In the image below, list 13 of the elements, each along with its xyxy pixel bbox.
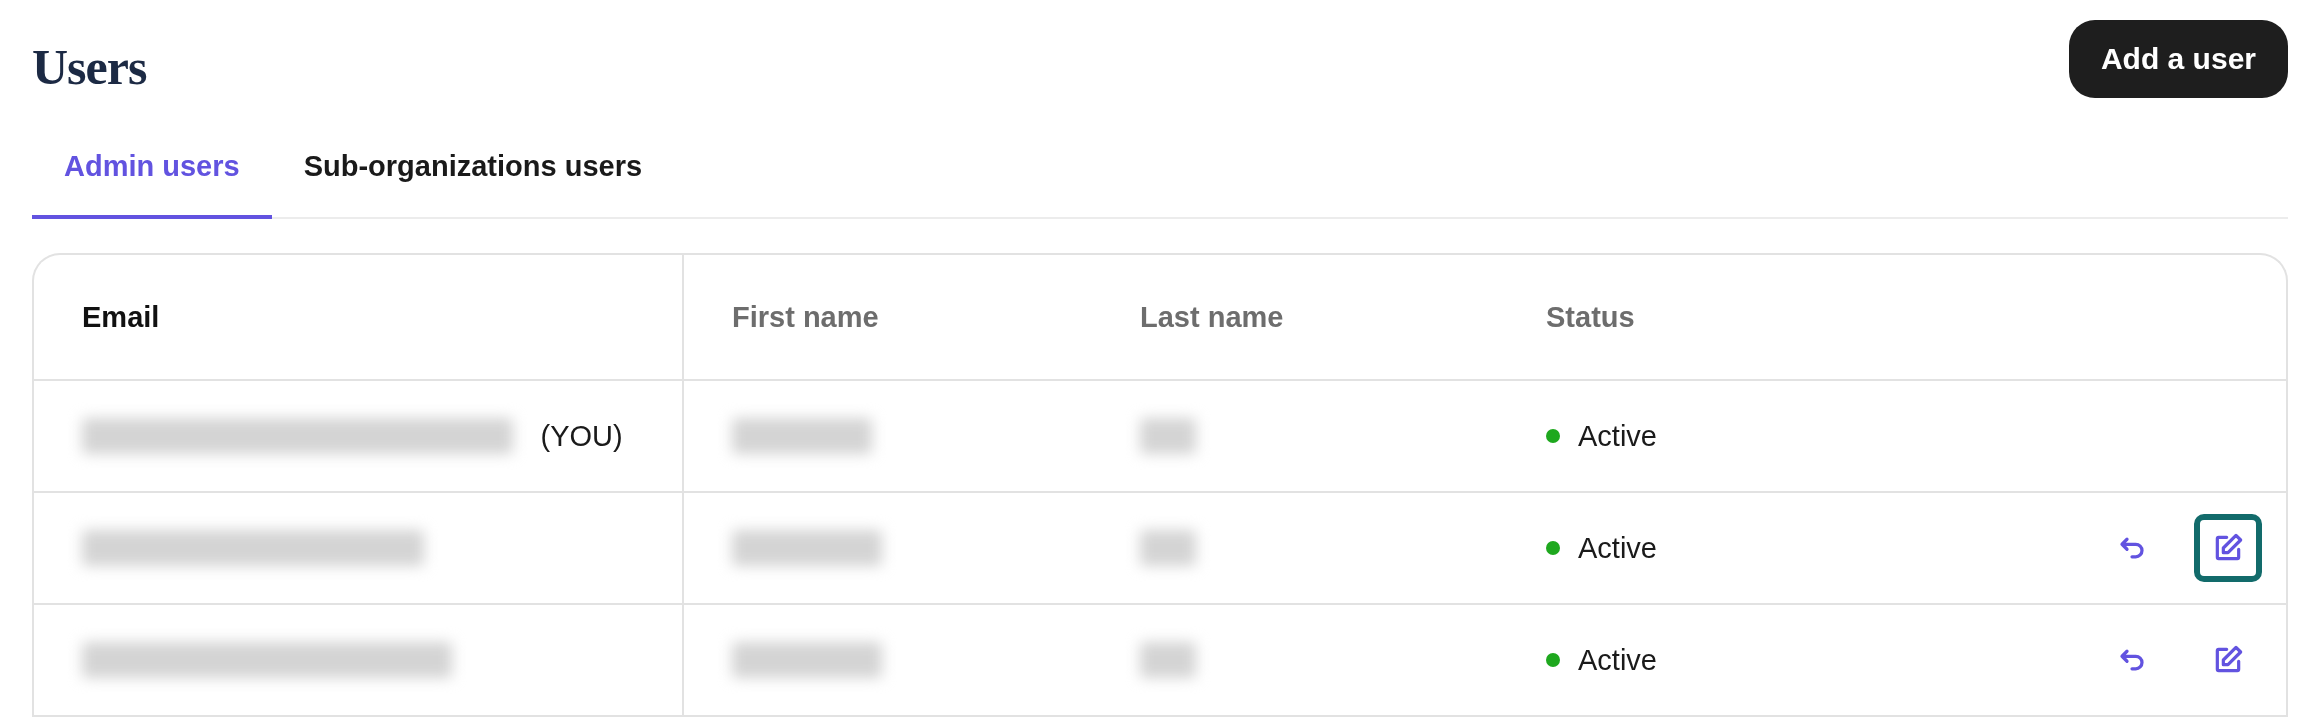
status-text: Active	[1578, 643, 1657, 677]
add-user-button[interactable]: Add a user	[2068, 20, 2288, 98]
status-text: Active	[1578, 419, 1657, 453]
tab[interactable]: Sub-organizations users	[271, 132, 675, 219]
tab[interactable]: Admin users	[32, 132, 272, 219]
column-header: Email	[82, 300, 160, 334]
column-header: First name	[732, 300, 879, 334]
you-label: (YOU)	[540, 419, 623, 453]
status-text: Active	[1578, 531, 1657, 565]
page-title: Users	[32, 38, 147, 96]
column-header: Status	[1546, 300, 1635, 334]
edit-button[interactable]	[2194, 514, 2262, 582]
column-header: Last name	[1140, 300, 1284, 334]
